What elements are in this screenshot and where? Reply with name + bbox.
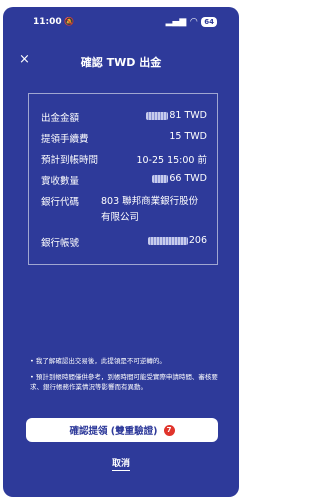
withdraw-details-box: 出金金額 81 TWD 提領手續費 15 TWD 預計到帳時間 10-25 15… [28, 93, 218, 265]
note-item: • 預計到帳時間僅供參考，到帳時間可能受實際申請時間、審核要求、銀行帳務作業情況… [30, 373, 218, 391]
battery-icon: 64 [201, 17, 217, 27]
received-label: 實收數量 [41, 176, 80, 187]
notes: • 我了解確認出交易後，此提領是不可逆轉的。 • 預計到帳時間僅供參考，到帳時間… [30, 356, 220, 398]
amount-label: 出金金額 [41, 113, 80, 124]
fee-value: 15 TWD [169, 131, 207, 142]
account-value: 206 [147, 235, 207, 246]
withdraw-confirm-sheet: 11:00 🔕 ▂▄▆ ◠ 64 × 確認 TWD 出金 出金金額 81 TWD… [3, 7, 239, 497]
confirm-withdraw-button[interactable]: 確認提領 (雙重驗證) 7 [26, 418, 218, 442]
confirm-label: 確認提領 (雙重驗證) [69, 426, 158, 437]
badge-count: 7 [163, 424, 175, 436]
amount-value: 81 TWD [146, 110, 207, 121]
eta-value: 10-25 15:00 前 [136, 155, 207, 166]
fee-label: 提領手續費 [41, 134, 89, 145]
mute-icon: 🔕 [64, 17, 74, 26]
redacted-value [146, 111, 169, 120]
header: × 確認 TWD 出金 [3, 47, 239, 71]
signal-icon: ▂▄▆ [165, 17, 187, 27]
status-time: 11:00 [33, 17, 62, 27]
status-bar: 11:00 🔕 ▂▄▆ ◠ 64 [3, 17, 239, 31]
redacted-value [147, 236, 188, 245]
wifi-icon: ◠ [190, 17, 198, 27]
cancel-label: 取消 [111, 459, 130, 471]
cancel-button[interactable]: 取消 [3, 456, 239, 471]
received-value: 66 TWD [152, 173, 207, 184]
bank-code-label: 銀行代碼 [41, 197, 80, 208]
screen: 11:00 🔕 ▂▄▆ ◠ 64 × 確認 TWD 出金 出金金額 81 TWD… [0, 0, 243, 504]
eta-label: 預計到帳時間 [41, 155, 99, 166]
account-label: 銀行帳號 [41, 238, 80, 249]
note-item: • 我了解確認出交易後，此提領是不可逆轉的。 [30, 357, 166, 365]
page-title: 確認 TWD 出金 [80, 56, 162, 69]
status-right: ▂▄▆ ◠ 64 [166, 17, 217, 27]
redacted-value [152, 174, 169, 183]
bank-code-value: 803 聯邦商業銀行股份有限公司 [101, 196, 199, 223]
